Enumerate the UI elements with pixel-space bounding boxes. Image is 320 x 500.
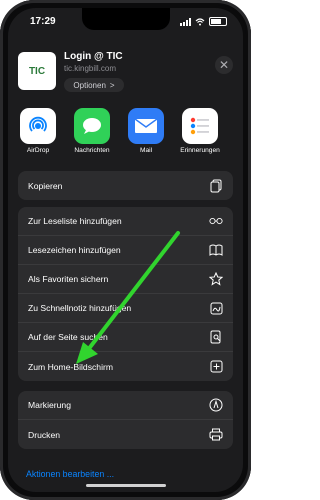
phone-frame: 17:29 TIC Login @ TIC tic.kingbill.com O… [0,0,251,500]
annotation-arrow [76,231,180,364]
